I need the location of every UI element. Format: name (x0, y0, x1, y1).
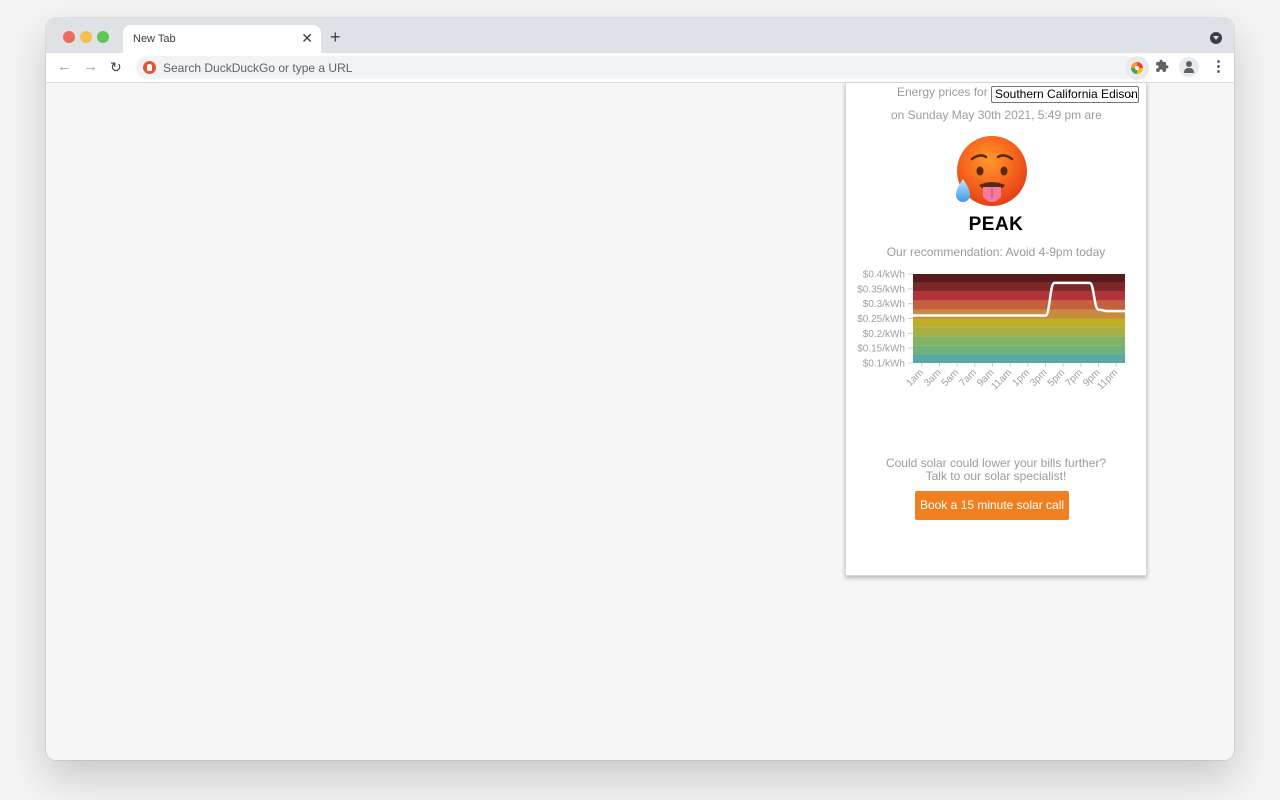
minimize-window-button[interactable] (80, 31, 92, 43)
book-solar-call-button[interactable]: Book a 15 minute solar call (915, 491, 1069, 520)
address-bar-placeholder: Search DuckDuckGo or type a URL (163, 61, 353, 75)
y-tick-label: $0.15/kWh (857, 344, 905, 355)
duckduckgo-icon (143, 61, 156, 74)
x-tick-label: 7pm (1063, 367, 1085, 389)
price-chart: $0.4/kWh $0.35/kWh $0.3/kWh $0.25/kWh $0.2/k… (857, 270, 1127, 392)
tab-title: New Tab (133, 33, 176, 45)
close-window-button[interactable] (63, 31, 75, 43)
price-level-label: PEAK (968, 214, 1024, 235)
tab-search-icon[interactable] (1210, 32, 1222, 44)
y-tick-label: $0.25/kWh (857, 314, 905, 325)
hot-face-emoji-icon (956, 136, 1027, 206)
x-tick-label: 3am (922, 367, 944, 389)
y-tick-label: $0.4/kWh (863, 270, 905, 281)
price-band-9 (913, 354, 1125, 363)
toolbar: ← → ↻ Search DuckDuckGo or type a URL ☆ … (46, 53, 1234, 83)
price-band-8 (913, 345, 1125, 355)
reload-button[interactable]: ↻ (110, 58, 122, 76)
price-band-5 (913, 318, 1125, 328)
recommendation-text: Our recommendation: Avoid 4-9pm today (886, 245, 1106, 259)
tab-strip: New Tab ✕ + (46, 18, 1234, 53)
x-tick-label: 11pm (1095, 367, 1120, 392)
price-band-3 (913, 300, 1125, 310)
energy-extension-icon (1131, 62, 1143, 74)
energy-extension-button[interactable] (1125, 56, 1149, 80)
y-tick-label: $0.2/kWh (863, 329, 905, 340)
close-icon[interactable]: ✕ (301, 30, 313, 46)
y-tick-label: $0.3/kWh (863, 299, 905, 310)
y-tick-label: $0.1/kWh (863, 359, 905, 370)
extensions-puzzle-icon[interactable] (1155, 59, 1169, 73)
profile-avatar-icon[interactable] (1179, 57, 1199, 77)
maximize-window-button[interactable] (97, 31, 109, 43)
x-tick-label: 1am (904, 367, 926, 389)
price-band-6 (913, 327, 1125, 337)
utility-selected-value: Southern California Edison (995, 87, 1138, 101)
back-button[interactable]: ← (57, 58, 72, 76)
x-tick-label: 5am (940, 367, 962, 389)
y-tick-label: $0.35/kWh (857, 284, 905, 295)
chevron-down-icon: ⌄ (1127, 89, 1135, 99)
solar-question-line-2: Talk to our solar specialist! (925, 469, 1067, 483)
datetime-line: on Sunday May 30th 2021, 5:49 pm are (891, 108, 1102, 122)
new-tab-button[interactable]: + (330, 27, 341, 47)
solar-question: Could solar could lower your bills furth… (846, 457, 1146, 483)
price-band-4 (913, 309, 1125, 319)
browser-menu-icon[interactable]: ⋮ (1211, 58, 1226, 76)
tab-new-tab[interactable]: New Tab ✕ (123, 25, 321, 53)
forward-button[interactable]: → (83, 58, 98, 76)
header-label: Energy prices for (897, 85, 988, 99)
x-tick-label: 7am (957, 367, 979, 389)
energy-price-popup: Energy prices for Southern California Ed… (845, 82, 1147, 576)
x-tick-label: 3pm (1028, 367, 1050, 389)
price-band-0 (913, 274, 1125, 283)
x-tick-label: 1pm (1010, 367, 1032, 389)
address-bar[interactable]: Search DuckDuckGo or type a URL ☆ (136, 56, 1199, 79)
utility-select[interactable]: Southern California Edison ⌄ (991, 86, 1139, 103)
x-tick-label: 5pm (1046, 367, 1068, 389)
price-band-7 (913, 336, 1125, 346)
